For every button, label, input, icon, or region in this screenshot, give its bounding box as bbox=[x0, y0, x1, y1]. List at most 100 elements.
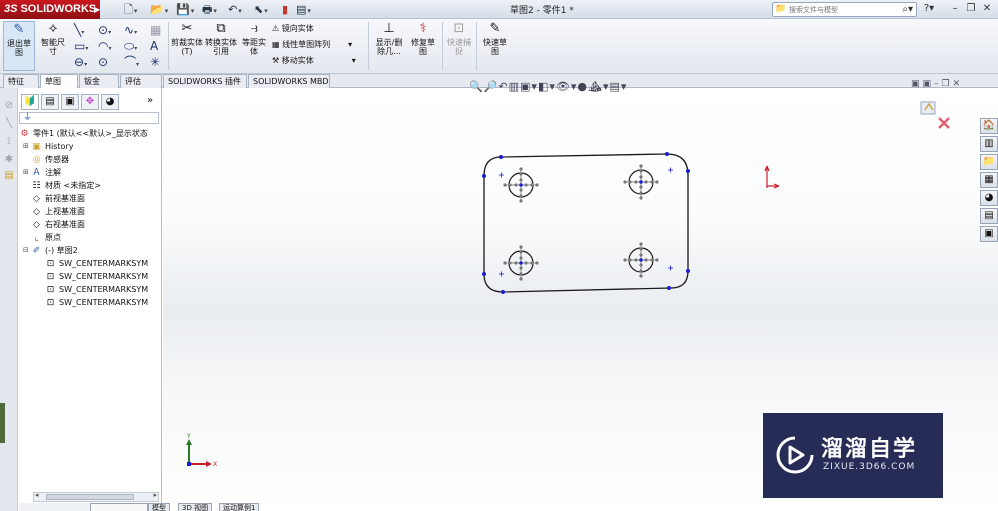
sketch-point[interactable] bbox=[665, 152, 669, 156]
rectangle-tool[interactable]: ▭▾ bbox=[74, 39, 88, 56]
tree-annotations-node[interactable]: Ａ 注解 bbox=[31, 166, 61, 179]
quick-snaps-button[interactable]: ⊡ 快速捕捉 bbox=[445, 21, 473, 56]
feature-manager-tab-icon[interactable]: 🔰 bbox=[21, 94, 39, 110]
solidworks-logo[interactable]: 3S SOLIDWORKS bbox=[0, 0, 100, 19]
scroll-left-icon[interactable]: ◂ bbox=[35, 491, 39, 499]
tab-evaluate[interactable]: 评估 bbox=[120, 74, 162, 88]
scrollbar-thumb[interactable] bbox=[46, 494, 134, 500]
mirror-entities-button[interactable]: ⚠ 镜向实体 bbox=[272, 23, 314, 34]
tree-centermark-node[interactable]: ⊡ SW_CENTERMARKSYM bbox=[45, 296, 148, 309]
configuration-manager-tab-icon[interactable]: ▣ bbox=[61, 94, 79, 110]
appearance-icon[interactable]: ● bbox=[577, 80, 588, 93]
move-entities-button[interactable]: ⚒ 移动实体 ▾ bbox=[272, 55, 356, 66]
save-exit-sketch-icon[interactable] bbox=[920, 101, 936, 115]
tab-features[interactable]: 特征 bbox=[3, 74, 39, 88]
tab-solidworks-mbd[interactable]: SOLIDWORKS MBD bbox=[248, 74, 330, 88]
line-tool[interactable]: ╲▾ bbox=[74, 23, 84, 40]
sketch-point[interactable] bbox=[499, 155, 503, 159]
tree-origin-node[interactable]: ⌞ 原点 bbox=[31, 231, 61, 244]
rapid-sketch-button[interactable]: ✎ 快速草图 bbox=[480, 21, 510, 56]
custom-properties-icon[interactable]: ▤ bbox=[980, 208, 998, 224]
display-manager-tab-icon[interactable]: ◕ bbox=[101, 94, 119, 110]
horizontal-scrollbar[interactable]: ◂ ▸ bbox=[33, 491, 159, 502]
line-icon[interactable]: ╲ bbox=[3, 118, 15, 130]
tree-centermark-node[interactable]: ⊡ SW_CENTERMARKSYM bbox=[45, 270, 148, 283]
tab-model-placeholder[interactable] bbox=[90, 503, 148, 511]
hole-center-point[interactable] bbox=[519, 183, 523, 187]
zoom-area-icon[interactable]: 🔎 bbox=[484, 80, 499, 93]
view-settings-icon[interactable]: ▤▾ bbox=[609, 80, 627, 93]
open-icon[interactable]: 📂▾ bbox=[150, 2, 168, 17]
design-library-icon[interactable]: ▥ bbox=[980, 136, 998, 152]
sketch-point[interactable] bbox=[686, 169, 690, 173]
convert-entities-button[interactable]: ⧉ 转换实体引用 bbox=[204, 21, 238, 56]
grid-icon[interactable]: ▦ bbox=[150, 23, 161, 37]
viewport-split-icon[interactable]: ▣ bbox=[923, 79, 935, 89]
sketch-canvas[interactable] bbox=[479, 148, 695, 300]
tree-centermark-node[interactable]: ⊡ SW_CENTERMARKSYM bbox=[45, 283, 148, 296]
display-delete-relations-button[interactable]: ⊥ 显示/删除几... bbox=[372, 21, 406, 56]
hole-center-point[interactable] bbox=[519, 261, 523, 265]
graphics-area[interactable]: 🔍🔎↶▥▣▾◧▾👁▾●⛰▾▤▾ ▣▣–❐✕ 🏠 ▥ 📁 ▦ ◕ ▤ ▣ Y X … bbox=[90, 79, 998, 511]
assembly-icon[interactable]: ▤ bbox=[3, 170, 15, 182]
solidworks-resources-icon[interactable]: 🏠 bbox=[980, 118, 998, 134]
scene-icon[interactable]: ⛰▾ bbox=[588, 80, 610, 93]
text-tool[interactable]: A bbox=[150, 39, 158, 53]
sketch-point[interactable] bbox=[667, 286, 671, 290]
sketch-point[interactable] bbox=[482, 272, 486, 276]
smart-dimension-button[interactable]: ⟡ 智能尺寸 bbox=[38, 21, 68, 56]
minimize-button[interactable]: – bbox=[948, 2, 962, 16]
tree-top-plane-node[interactable]: ◇ 上视基准面 bbox=[31, 205, 85, 218]
arc-tool[interactable]: ◠▾ bbox=[98, 39, 112, 56]
dimxpert-tab-icon[interactable]: ✥ bbox=[81, 94, 99, 110]
scroll-right-icon[interactable]: ▸ bbox=[153, 491, 157, 499]
hole[interactable] bbox=[623, 164, 659, 200]
help-icon[interactable]: ?▾ bbox=[922, 2, 936, 16]
linear-pattern-button[interactable]: ▦ 线性草图阵列 ▾ bbox=[272, 39, 352, 50]
hole[interactable] bbox=[503, 245, 539, 281]
repair-sketch-button[interactable]: ⚕ 修复草图 bbox=[408, 21, 438, 56]
display-style-icon[interactable]: ◧▾ bbox=[538, 80, 556, 93]
viewport-restore-icon[interactable]: ❐ bbox=[942, 79, 953, 89]
expand-icon[interactable]: ⊞ bbox=[23, 166, 29, 179]
tab-motion-study[interactable]: 运动算例1 bbox=[219, 503, 260, 511]
tab-sheet-metal[interactable]: 钣金 bbox=[79, 74, 119, 88]
expand-icon[interactable]: ⊞ bbox=[23, 140, 29, 153]
rebuild-icon[interactable]: ▮ bbox=[282, 2, 288, 17]
hole-center-point[interactable] bbox=[639, 180, 643, 184]
tab-3d-views[interactable]: 3D 视图 bbox=[178, 503, 213, 511]
tree-centermark-node[interactable]: ⊡ SW_CENTERMARKSYM bbox=[45, 257, 148, 270]
solidworks-forum-icon[interactable]: ▣ bbox=[980, 226, 998, 242]
zoom-to-fit-icon[interactable]: 🔍 bbox=[469, 80, 484, 93]
print-icon[interactable]: 🖶▾ bbox=[202, 2, 217, 17]
sketch-point[interactable] bbox=[482, 174, 486, 178]
file-explorer-icon[interactable]: 📁 bbox=[980, 154, 998, 170]
search-box[interactable]: 📁 ⌕▾ bbox=[772, 2, 917, 17]
tree-part-node[interactable]: ⚙ 零件1 (默认<<默认>_显示状态 bbox=[19, 127, 147, 140]
selection-icon[interactable]: ⊘ bbox=[3, 100, 15, 112]
point-icon[interactable]: ✱ bbox=[3, 154, 15, 166]
sketch-point[interactable] bbox=[501, 290, 505, 294]
tab-sketch[interactable]: 草图 bbox=[40, 74, 78, 88]
view-palette-icon[interactable]: ▦ bbox=[980, 172, 998, 188]
sketch-point[interactable] bbox=[686, 269, 690, 273]
hole[interactable] bbox=[623, 242, 659, 278]
offset-entities-button[interactable]: ⥽ 等距实体 bbox=[240, 21, 268, 56]
exit-sketch-button[interactable]: ✎ 退出草图 bbox=[3, 21, 35, 71]
previous-view-icon[interactable]: ↶ bbox=[498, 80, 508, 93]
point-tool[interactable]: ✳ bbox=[150, 55, 160, 69]
fillet-tool[interactable]: ⌒▾ bbox=[124, 55, 139, 72]
view-orientation-icon[interactable]: ▣▾ bbox=[520, 80, 538, 93]
collapse-icon[interactable]: ⊟ bbox=[23, 244, 29, 257]
menu-arrow-icon[interactable]: ▶ bbox=[94, 0, 102, 19]
polygon-tool[interactable]: ⊙ bbox=[98, 55, 108, 69]
save-icon[interactable]: 💾▾ bbox=[176, 2, 194, 17]
tree-sketch-node[interactable]: ✐ (-) 草图2 bbox=[31, 244, 78, 257]
spline-tool[interactable]: ∿▾ bbox=[124, 23, 137, 40]
chevron-down-icon[interactable]: ▾ bbox=[352, 56, 356, 65]
ellipse-tool[interactable]: ⬭▾ bbox=[124, 39, 137, 56]
hide-show-icon[interactable]: 👁▾ bbox=[556, 80, 578, 93]
dimension-icon[interactable]: ⟟ bbox=[3, 136, 15, 148]
filter-box[interactable]: ⏚ bbox=[19, 112, 159, 124]
select-icon[interactable]: ⬉▾ bbox=[254, 2, 268, 17]
